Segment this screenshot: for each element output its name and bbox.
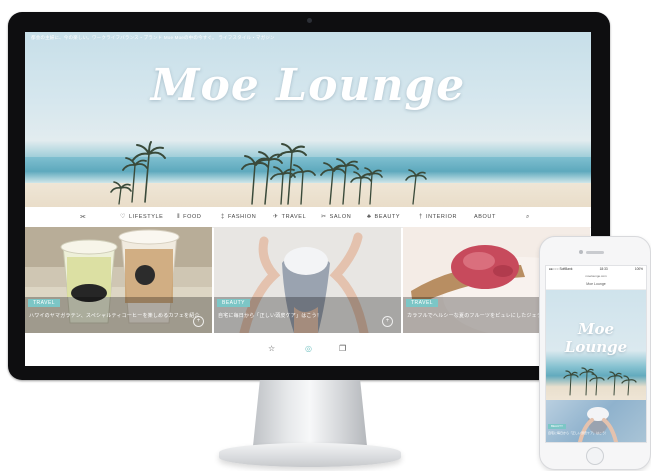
- nav-item-interior[interactable]: † INTERIOR: [419, 207, 457, 227]
- nav-item-label: SALON: [329, 214, 352, 220]
- nav-item-label: TRAVEL: [281, 214, 307, 220]
- lipstick-icon: ♣: [367, 214, 372, 220]
- fork-icon: ⫴: [177, 214, 181, 220]
- plus-icon[interactable]: +: [382, 316, 393, 327]
- address-bar[interactable]: moelounge.com: [546, 273, 646, 279]
- nav-item-salon[interactable]: ✂ SALON: [321, 207, 351, 227]
- article-card[interactable]: BEAUTY 自宅に毎日から「正しい頭皮ケア」はこう！ +: [214, 227, 401, 333]
- search-icon: ⌕: [526, 214, 530, 220]
- palm-trees: [110, 141, 427, 205]
- imac-monitor: 都会の主婦に、今の楽しい。ワークライフバランス・ブランド Moe Moeの中の今…: [8, 12, 610, 380]
- card-title[interactable]: 自宅に毎日から「正しい頭皮ケア」はこう！: [548, 431, 608, 435]
- card-title[interactable]: ハワイのヤマガラテン、スペシャルティコーヒーを楽しめるカフェを紹介: [29, 312, 200, 319]
- clock-label: 18:33: [599, 267, 608, 271]
- bottom-toolbar: ☆ ◎ ❐: [25, 333, 591, 366]
- nav-item-beauty[interactable]: ♣ BEAUTY: [367, 207, 400, 227]
- nav-item-label: INTERIOR: [425, 214, 458, 220]
- battery-label: 100%: [634, 267, 643, 271]
- carrier-label: ●●○○○ SoftBank: [549, 267, 573, 271]
- nav-item-label: FASHION: [227, 214, 257, 220]
- eye-icon[interactable]: ◎: [305, 344, 312, 353]
- share-icon: ⫘: [80, 214, 87, 220]
- nav-item-lifestyle[interactable]: ♡ LIFESTYLE: [120, 207, 163, 227]
- plane-icon: ✈: [273, 214, 279, 220]
- heart-icon: ♡: [120, 214, 126, 220]
- status-bar: ●●○○○ SoftBank 18:33 100%: [546, 266, 646, 273]
- iphone: ●●○○○ SoftBank 18:33 100% moelounge.com …: [539, 236, 651, 470]
- home-button[interactable]: [586, 447, 604, 465]
- mobile-site-logo[interactable]: Moe Lounge: [546, 320, 646, 356]
- category-badge[interactable]: BEAUTY: [548, 424, 567, 429]
- mobile-screen: ●●○○○ SoftBank 18:33 100% moelounge.com …: [545, 265, 647, 443]
- speaker-grille: [586, 251, 604, 254]
- mobile-header-logo[interactable]: Moe Lounge: [586, 282, 605, 286]
- plus-icon[interactable]: +: [193, 316, 204, 327]
- category-badge[interactable]: TRAVEL: [28, 299, 61, 307]
- nav-item-label: BEAUTY: [374, 214, 401, 220]
- site-tagline: 都会の主婦に、今の楽しい。ワークライフバランス・ブランド Moe Moeの中の今…: [31, 35, 275, 40]
- imac-stand-base: [219, 443, 401, 467]
- lamp-icon: †: [419, 214, 423, 220]
- camera-dot: [579, 250, 583, 254]
- article-card[interactable]: TRAVEL ハワイのヤマガラテン、スペシャルティコーヒーを楽しめるカフェを紹介…: [25, 227, 212, 333]
- mobile-hero: Moe Lounge: [546, 290, 646, 400]
- mobile-header: Moe Lounge: [546, 280, 646, 290]
- nav-item-label: FOOD: [183, 214, 202, 220]
- main-nav: ⫘ ♡ LIFESTYLE ⫴ FOOD ‡ FASHION ✈ TRAVEL …: [25, 207, 591, 228]
- category-badge[interactable]: BEAUTY: [217, 299, 251, 307]
- category-badge[interactable]: TRAVEL: [406, 299, 439, 307]
- search-button[interactable]: ⌕: [526, 207, 530, 227]
- nav-item-label: ABOUT: [474, 214, 496, 220]
- star-icon[interactable]: ☆: [268, 344, 275, 353]
- card-title[interactable]: 自宅に毎日から「正しい頭皮ケア」はこう！: [218, 312, 322, 319]
- share-button[interactable]: ⫘: [80, 207, 86, 227]
- hanger-icon: ‡: [221, 214, 225, 220]
- bookmark-icon[interactable]: ❐: [339, 344, 346, 353]
- nav-item-label: LIFESTYLE: [128, 214, 164, 220]
- website-screen: 都会の主婦に、今の楽しい。ワークライフバランス・ブランド Moe Moeの中の今…: [25, 32, 591, 366]
- scissors-icon: ✂: [321, 214, 327, 220]
- imac-stand: [253, 380, 367, 446]
- nav-item-food[interactable]: ⫴ FOOD: [177, 207, 201, 227]
- nav-item-fashion[interactable]: ‡ FASHION: [221, 207, 256, 227]
- site-logo[interactable]: Moe Lounge: [25, 60, 591, 111]
- camera-dot: [307, 18, 312, 23]
- card-image-hair-wash: [578, 407, 618, 442]
- nav-item-about[interactable]: ABOUT: [474, 207, 496, 227]
- mobile-article-card[interactable]: BEAUTY 自宅に毎日から「正しい頭皮ケア」はこう！: [546, 400, 646, 442]
- hero-banner: 都会の主婦に、今の楽しい。ワークライフバランス・ブランド Moe Moeの中の今…: [25, 32, 591, 207]
- nav-item-travel[interactable]: ✈ TRAVEL: [273, 207, 306, 227]
